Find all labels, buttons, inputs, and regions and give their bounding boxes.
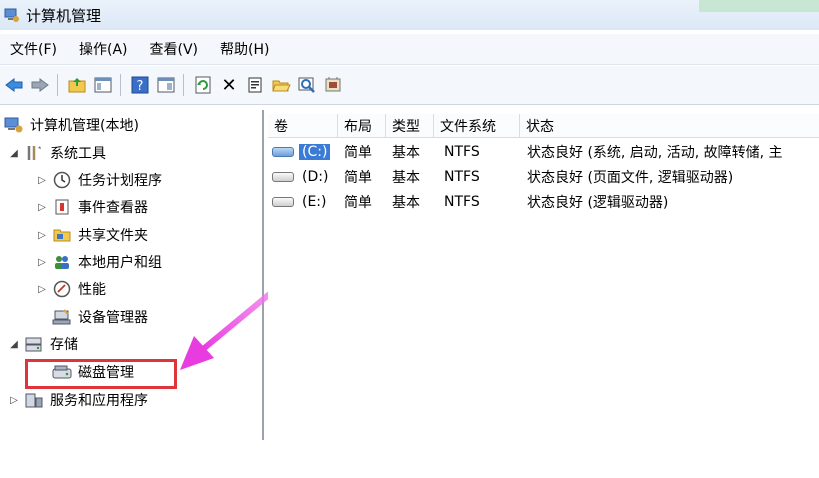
properties-icon[interactable] [243, 73, 267, 97]
back-arrow-icon[interactable] [2, 73, 26, 97]
status-cell: 状态良好 (页面文件, 逻辑驱动器) [527, 170, 734, 186]
tree-item-storage[interactable]: ◢ 存储 [8, 332, 78, 356]
filesystem-cell: NTFS [444, 144, 480, 160]
expand-arrow-icon[interactable]: ▷ [36, 284, 48, 295]
tree-item-device-manager[interactable]: 设备管理器 [52, 305, 148, 329]
tree-label: 服务和应用程序 [50, 393, 148, 409]
volume-cell: (D:) [272, 165, 338, 189]
volume-name: (E:) [302, 194, 327, 210]
expand-arrow-icon[interactable]: ▷ [36, 230, 48, 241]
status-cell: 状态良好 (系统, 启动, 活动, 故障转储, 主 [527, 145, 783, 161]
tree-label: 设备管理器 [78, 310, 148, 326]
menu-bar: 文件(F) 操作(A) 查看(V) 帮助(H) [0, 34, 819, 65]
tree-label: 系统工具 [50, 146, 106, 162]
menu-help[interactable]: 帮助(H) [220, 39, 269, 59]
expand-arrow-icon[interactable]: ▷ [8, 395, 20, 406]
tree-item-system-tools[interactable]: ◢ 系统工具 [8, 141, 106, 165]
type-cell: 基本 [392, 145, 420, 161]
up-folder-icon[interactable] [65, 73, 89, 97]
delete-icon[interactable]: ✕ [217, 73, 241, 97]
tools-icon [24, 144, 44, 162]
tree-label: 性能 [78, 282, 106, 298]
title-glow [699, 0, 819, 12]
export-view-icon[interactable] [154, 73, 178, 97]
column-header-status[interactable]: 状态 [520, 114, 819, 138]
tree-item-shared-folders[interactable]: ▷ 共享文件夹 [36, 223, 148, 247]
computer-management-icon [4, 7, 20, 23]
performance-gauge-icon [52, 280, 72, 298]
tree-label: 任务计划程序 [78, 173, 162, 189]
shared-folder-icon [52, 226, 72, 244]
svg-text:?: ? [137, 79, 144, 94]
tree-item-performance[interactable]: ▷ 性能 [36, 277, 106, 301]
expand-arrow-icon[interactable]: ▷ [36, 202, 48, 213]
show-hide-tree-icon[interactable] [91, 73, 115, 97]
tree-item-task-scheduler[interactable]: ▷ 任务计划程序 [36, 168, 162, 192]
volume-name: (D:) [302, 169, 329, 185]
table-row[interactable]: (C:) 简单 基本 NTFS 状态良好 (系统, 启动, 活动, 故障转储, … [268, 140, 819, 164]
toolbar-separator [57, 74, 58, 96]
table-row[interactable]: (E:) 简单 基本 NTFS 状态良好 (逻辑驱动器) [268, 190, 819, 214]
column-header-volume[interactable]: 卷 [268, 114, 338, 138]
device-manager-icon [52, 308, 72, 326]
disk-icon [272, 197, 294, 207]
collapse-arrow-icon[interactable]: ◢ [8, 339, 20, 350]
search-icon[interactable] [295, 73, 319, 97]
expand-arrow-icon[interactable]: ▷ [36, 257, 48, 268]
window-title: 计算机管理 [26, 6, 102, 25]
system-disk-icon [272, 147, 294, 157]
tree-item-services-apps[interactable]: ▷ 服务和应用程序 [8, 388, 148, 412]
settings-icon[interactable] [321, 73, 345, 97]
toolbar-separator [120, 74, 121, 96]
volume-name: (C:) [299, 144, 331, 160]
expand-arrow-icon[interactable]: ▷ [36, 175, 48, 186]
users-icon [52, 253, 72, 271]
type-cell: 基本 [392, 170, 420, 186]
column-header-type[interactable]: 类型 [386, 114, 434, 138]
volume-cell: (E:) [272, 190, 338, 214]
help-icon[interactable]: ? [128, 73, 152, 97]
toolbar-separator [183, 74, 184, 96]
column-header-layout[interactable]: 布局 [338, 114, 386, 138]
tree-item-event-viewer[interactable]: ▷ 事件查看器 [36, 195, 148, 219]
tree-label: 共享文件夹 [78, 228, 148, 244]
menu-file[interactable]: 文件(F) [10, 39, 57, 59]
column-header-filesystem[interactable]: 文件系统 [434, 114, 520, 138]
open-folder-icon[interactable] [269, 73, 293, 97]
toolbar: ? ✕ [0, 66, 819, 105]
tree-item-local-users[interactable]: ▷ 本地用户和组 [36, 250, 162, 274]
tree-label: 存储 [50, 337, 78, 353]
refresh-icon[interactable] [191, 73, 215, 97]
layout-cell: 简单 [344, 195, 372, 211]
title-bar: 计算机管理 [0, 0, 819, 30]
disk-icon [272, 172, 294, 182]
tree-label: 事件查看器 [78, 200, 148, 216]
forward-arrow-icon[interactable] [28, 73, 52, 97]
tree-item-root[interactable]: 计算机管理(本地) [4, 113, 139, 137]
computer-management-icon [4, 116, 24, 134]
menu-view[interactable]: 查看(V) [150, 39, 199, 59]
type-cell: 基本 [392, 195, 420, 211]
tree-label: 计算机管理(本地) [30, 118, 139, 134]
collapse-arrow-icon[interactable]: ◢ [8, 148, 20, 159]
table-row[interactable]: (D:) 简单 基本 NTFS 状态良好 (页面文件, 逻辑驱动器) [268, 165, 819, 189]
layout-cell: 简单 [344, 170, 372, 186]
layout-cell: 简单 [344, 145, 372, 161]
status-cell: 状态良好 (逻辑驱动器) [527, 195, 669, 211]
volume-list: 卷 布局 类型 文件系统 状态 (C:) 简单 基本 NTFS 状态良好 (系统… [268, 110, 819, 440]
filesystem-cell: NTFS [444, 169, 480, 185]
services-icon [24, 391, 44, 409]
clock-icon [52, 171, 72, 189]
event-log-icon [52, 198, 72, 216]
volume-cell: (C:) [272, 140, 338, 164]
menu-action[interactable]: 操作(A) [79, 39, 128, 59]
filesystem-cell: NTFS [444, 194, 480, 210]
storage-icon [24, 335, 44, 353]
